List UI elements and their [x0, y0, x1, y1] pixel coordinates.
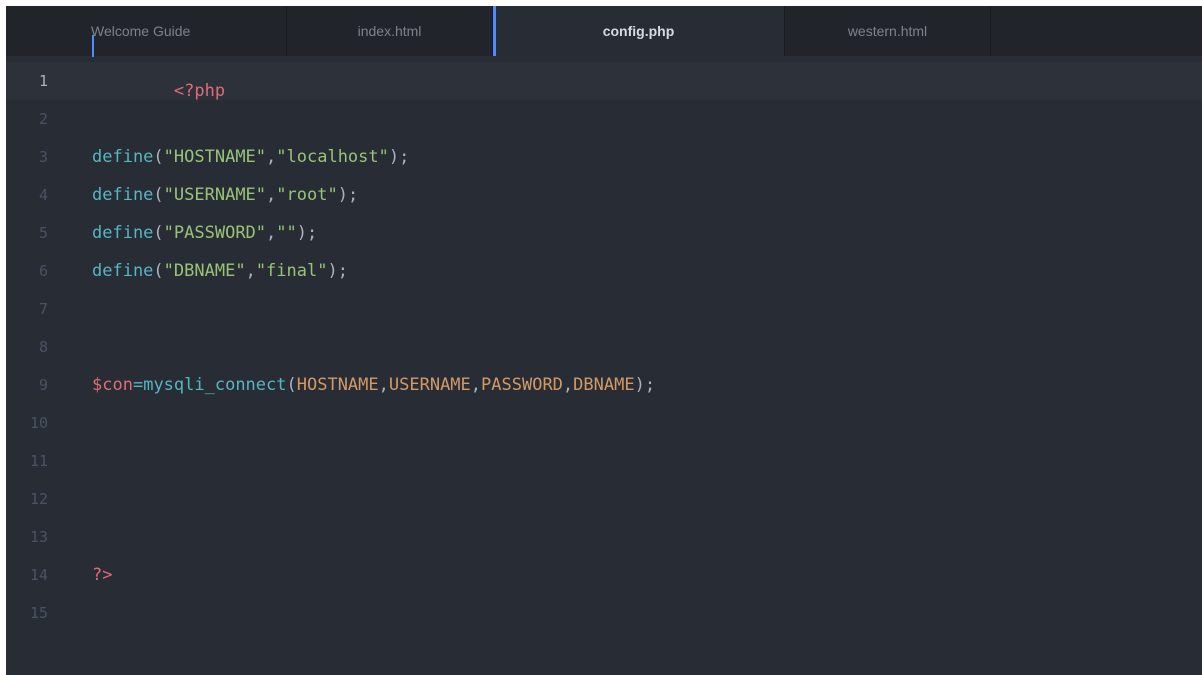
- string-literal: "final": [255, 261, 328, 281]
- line-number: 7: [38, 300, 48, 318]
- code-line[interactable]: 4 define("USERNAME","root");: [6, 176, 1202, 214]
- function-name: define: [92, 223, 154, 243]
- code-line[interactable]: 1 <?php: [6, 35, 1202, 101]
- line-number: 4: [38, 186, 48, 204]
- text-cursor: [92, 35, 94, 57]
- line-content[interactable]: ?>: [62, 565, 112, 585]
- code-line[interactable]: 14 ?>: [6, 556, 1202, 594]
- line-number: 1: [38, 72, 48, 90]
- line-number: 14: [29, 566, 48, 584]
- punctuation: ,: [378, 375, 389, 395]
- tab-label: western.html: [847, 23, 928, 39]
- line-content[interactable]: define("DBNAME","final");: [62, 261, 348, 281]
- punctuation: ,: [562, 375, 574, 395]
- code-line[interactable]: 5 define("PASSWORD","");: [6, 214, 1202, 252]
- code-line[interactable]: 11: [6, 442, 1202, 480]
- string-literal: "localhost": [276, 147, 389, 167]
- tab-index-html[interactable]: index.html: [287, 6, 493, 56]
- code-line[interactable]: 3 define("HOSTNAME","localhost");: [6, 138, 1202, 176]
- string-literal: "root": [276, 185, 338, 205]
- punctuation: );: [327, 261, 348, 281]
- constant: DBNAME: [573, 375, 635, 395]
- line-number: 15: [29, 604, 48, 622]
- function-name: define: [92, 261, 154, 281]
- line-number: 5: [38, 224, 48, 242]
- tab-label: config.php: [602, 23, 675, 39]
- string-literal: "": [276, 223, 297, 243]
- tab-label: Welcome Guide: [91, 23, 191, 39]
- constant: USERNAME: [388, 375, 471, 395]
- line-number: 11: [29, 452, 48, 470]
- line-content[interactable]: define("USERNAME","root");: [62, 185, 358, 205]
- tab-config-php[interactable]: config.php: [493, 6, 785, 56]
- code-line[interactable]: 10: [6, 404, 1202, 442]
- punctuation: (: [153, 261, 164, 281]
- punctuation: ,: [266, 185, 277, 205]
- function-name: define: [92, 185, 154, 205]
- string-literal: "USERNAME": [163, 185, 267, 205]
- line-number: 8: [38, 338, 48, 356]
- constant: HOSTNAME: [296, 375, 379, 395]
- variable: $con: [92, 375, 133, 395]
- code-line[interactable]: 6 define("DBNAME","final");: [6, 252, 1202, 290]
- string-literal: "DBNAME": [163, 261, 246, 281]
- punctuation: );: [337, 185, 359, 205]
- code-line[interactable]: 13: [6, 518, 1202, 556]
- punctuation: );: [296, 223, 318, 243]
- code-line[interactable]: 15: [6, 594, 1202, 632]
- line-number: 12: [29, 490, 48, 508]
- punctuation: ,: [266, 223, 277, 243]
- punctuation: );: [634, 375, 656, 395]
- punctuation: (: [153, 147, 164, 167]
- punctuation: (: [153, 185, 164, 205]
- punctuation: (: [286, 375, 297, 395]
- string-literal: "PASSWORD": [163, 223, 267, 243]
- editor-window: Welcome Guide index.html config.php west…: [6, 6, 1202, 675]
- punctuation: (: [153, 223, 164, 243]
- code-editor[interactable]: 1 <?php 2 3 define("HOSTNAME","localhost…: [6, 35, 1202, 675]
- constant: PASSWORD: [481, 375, 563, 395]
- line-content[interactable]: $con=mysqli_connect(HOSTNAME,USERNAME,PA…: [62, 375, 655, 395]
- line-number: 13: [29, 528, 48, 546]
- tab-label: index.html: [357, 23, 422, 39]
- line-content[interactable]: define("HOSTNAME","localhost");: [62, 147, 409, 167]
- punctuation: ,: [470, 375, 482, 395]
- tab-western-html[interactable]: western.html: [785, 6, 991, 56]
- line-number: 10: [29, 414, 48, 432]
- line-content[interactable]: define("PASSWORD","");: [62, 223, 317, 243]
- line-number: 9: [38, 376, 48, 394]
- code-line[interactable]: 9 $con=mysqli_connect(HOSTNAME,USERNAME,…: [6, 366, 1202, 404]
- php-close-tag: ?>: [92, 565, 113, 585]
- punctuation: ,: [245, 261, 256, 281]
- php-open-tag: <?php: [173, 81, 226, 101]
- line-number: 3: [38, 148, 48, 166]
- code-line[interactable]: 12: [6, 480, 1202, 518]
- string-literal: "HOSTNAME": [163, 147, 267, 167]
- code-line[interactable]: 2: [6, 100, 1202, 138]
- punctuation: ,: [266, 147, 277, 167]
- line-number: 2: [38, 110, 48, 128]
- code-line[interactable]: 8: [6, 328, 1202, 366]
- function-name: mysqli_connect: [143, 375, 287, 395]
- function-name: define: [92, 147, 154, 167]
- line-number: 6: [38, 262, 48, 280]
- code-line[interactable]: 7: [6, 290, 1202, 328]
- operator: =: [132, 375, 144, 395]
- punctuation: );: [388, 147, 410, 167]
